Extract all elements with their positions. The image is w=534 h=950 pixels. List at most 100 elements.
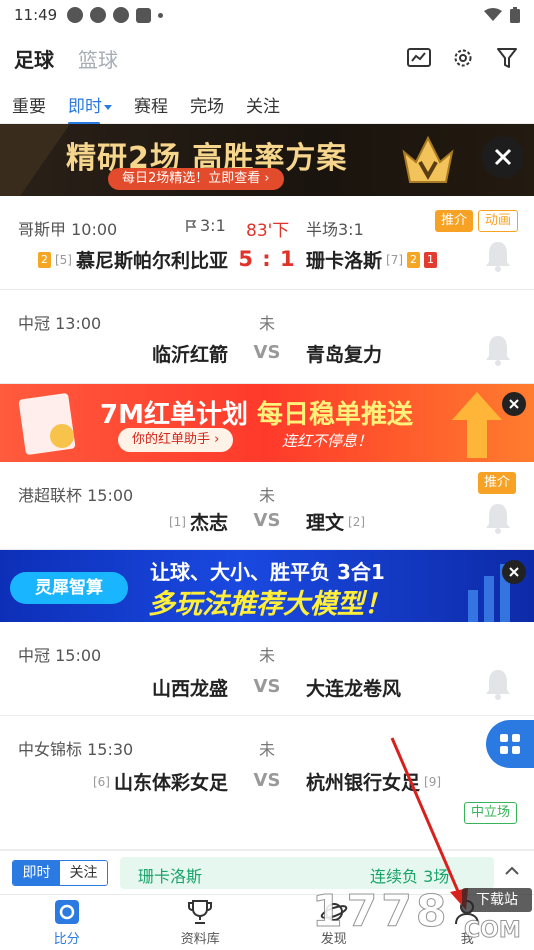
coin-illustration: [50, 424, 74, 448]
away-team-name: 大连龙卷风: [306, 678, 402, 700]
sport-tab-bar: 足球 篮球: [0, 30, 534, 86]
away-team-name: 青岛复力: [306, 344, 383, 366]
site-watermark: 1778 下载站 COM: [311, 884, 534, 950]
match-score: 5 : 1: [238, 247, 296, 271]
neutral-venue-badge: 中立场: [464, 802, 518, 824]
wifi-icon: [484, 8, 502, 21]
yellow-card-count: 2: [407, 251, 421, 268]
ticker-segment: 即时 关注: [12, 860, 108, 886]
recommend-badge[interactable]: 推介: [435, 210, 474, 232]
red-card-count: 1: [424, 251, 438, 268]
caret-down-icon: [104, 104, 112, 110]
tab-follow[interactable]: 关注: [246, 92, 280, 117]
filter-icon: [497, 48, 517, 68]
promo-banner-ai-model[interactable]: 灵犀智算 让球、大小、胜平负 3合1 多玩法推荐大模型！: [0, 550, 534, 622]
banner-title-b: 每日稳单推送: [257, 400, 414, 430]
banner-tag: 灵犀智算: [10, 572, 128, 604]
promo-banner-plan[interactable]: 精研2场 高胜率方案 每日2场精选！立即查看 ›: [0, 124, 534, 196]
more-notifications-icon: [158, 12, 164, 18]
banner-tagline: 连红不停息！: [282, 432, 373, 450]
bell-icon[interactable]: [484, 502, 512, 534]
app-notification-icon: [67, 7, 84, 23]
close-banner-button[interactable]: [502, 392, 526, 416]
match-row[interactable]: 港超联杯 15:00 未 推介 [1] 杰志 VS 理文 [2]: [0, 462, 534, 550]
bell-icon[interactable]: [484, 240, 512, 272]
chevron-up-icon[interactable]: [504, 863, 520, 879]
banner-line1: 让球、大小、胜平负 3合1: [150, 560, 385, 584]
match-league-time: 哥斯甲 10:00: [18, 220, 118, 239]
bell-icon[interactable]: [484, 334, 512, 366]
banner-line2: 多玩法推荐大模型！: [148, 589, 391, 620]
recommend-badge[interactable]: 推介: [478, 472, 517, 494]
grid-icon: [500, 734, 520, 754]
watermark-label: 下载站: [462, 888, 532, 912]
versus-label: VS: [253, 510, 281, 531]
away-rank: [2]: [348, 514, 366, 529]
away-team-name: 理文: [306, 512, 345, 534]
settings-button[interactable]: [450, 45, 476, 71]
nav-label: 资料库: [180, 931, 220, 947]
watermark-com: COM: [464, 918, 522, 944]
tab-basketball[interactable]: 篮球: [78, 44, 118, 73]
tab-live-label: 即时: [68, 97, 102, 117]
ticker-team: 珊卡洛斯: [138, 867, 203, 886]
battery-icon: [510, 7, 520, 23]
match-status: 未: [258, 314, 275, 333]
away-team: 青岛复力: [306, 340, 382, 367]
banner-title: 7M红单计划 每日稳单推送: [100, 394, 413, 431]
nav-score[interactable]: 比分: [0, 895, 134, 950]
watermark-logo: 1778: [311, 886, 451, 938]
match-row[interactable]: 中冠 15:00 未 山西龙盛 VS 大连龙卷风: [0, 622, 534, 716]
versus-label: VS: [253, 342, 281, 363]
match-row[interactable]: 中女锦标 15:30 未 [6] 山东体彩女足 VS 杭州银行女足 [9] 中立…: [0, 716, 534, 850]
away-team-name: 杭州银行女足: [306, 772, 421, 794]
match-status: 未: [258, 486, 275, 505]
filter-button[interactable]: [494, 45, 520, 71]
nav-label: 比分: [53, 931, 80, 947]
gold-crown-icon: [402, 135, 454, 183]
trend-chart-button[interactable]: [406, 45, 432, 71]
status-time: 11:49: [14, 6, 58, 24]
promo-banner-redlist[interactable]: 7M红单计划 每日稳单推送 你的红单助手 › 连红不停息！: [0, 384, 534, 462]
close-icon: [494, 148, 512, 166]
quick-menu-button[interactable]: [486, 720, 534, 768]
versus-label: VS: [253, 676, 281, 697]
away-rank: [7]: [386, 252, 404, 267]
match-status: 未: [258, 646, 275, 665]
match-row[interactable]: 哥斯甲 10:00 3:1 83'下 半场3:1 推介 动画 2 [5] 慕尼斯…: [0, 196, 534, 290]
bell-icon[interactable]: [484, 668, 512, 700]
flag-icon: [186, 219, 197, 232]
tab-important[interactable]: 重要: [12, 92, 46, 117]
notification-icons: [67, 7, 164, 23]
banner-pill: 你的红单助手 ›: [118, 428, 234, 452]
away-team: 珊卡洛斯 [7] 2 1: [306, 246, 438, 273]
bar-graph-illustration: [468, 564, 510, 622]
segment-follow[interactable]: 关注: [60, 861, 107, 885]
close-icon: [509, 399, 519, 409]
segment-live[interactable]: 即时: [13, 861, 60, 885]
status-bar: 11:49: [0, 0, 534, 30]
animation-badge[interactable]: 动画: [478, 210, 519, 232]
tab-football[interactable]: 足球: [14, 44, 54, 73]
gear-icon: [454, 49, 472, 67]
match-status: 未: [258, 740, 275, 759]
away-rank: [9]: [424, 774, 442, 789]
scoreboard-icon: [54, 899, 79, 924]
banner-subtitle: 每日2场精选！立即查看 ›: [108, 168, 284, 190]
close-banner-button[interactable]: [482, 136, 524, 178]
tab-live[interactable]: 即时: [68, 92, 112, 125]
corner-count: 3:1: [185, 216, 226, 235]
nav-database[interactable]: 资料库: [134, 895, 268, 950]
close-banner-button[interactable]: [502, 560, 526, 584]
line-chart-icon: [407, 48, 431, 67]
app-notification-icon: [136, 7, 152, 23]
tab-finished[interactable]: 完场: [190, 92, 224, 117]
up-arrow-illustration: [452, 392, 502, 458]
tab-schedule[interactable]: 赛程: [134, 92, 168, 117]
corner-value: 3:1: [200, 216, 226, 235]
away-team: 理文 [2]: [306, 508, 365, 535]
match-row[interactable]: 中冠 13:00 未 临沂红箭 VS 青岛复力: [0, 290, 534, 384]
sub-tab-bar: 重要 即时 赛程 完场 关注: [0, 86, 534, 125]
away-team-name: 珊卡洛斯: [306, 250, 383, 272]
match-minute: 83'下: [246, 221, 290, 241]
